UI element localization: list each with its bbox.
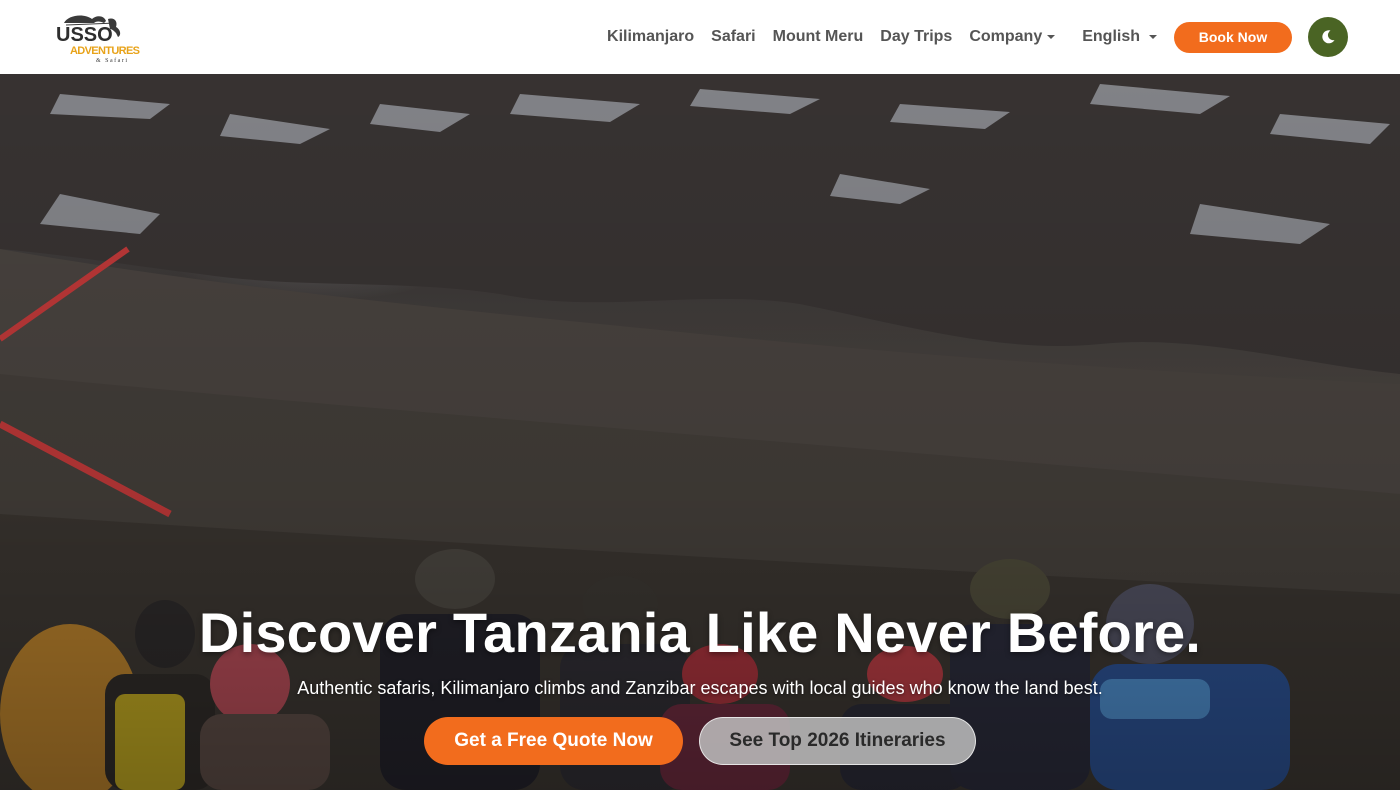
hero-content: Discover Tanzania Like Never Before. Aut… xyxy=(0,601,1400,765)
nav-item-day-trips[interactable]: Day Trips xyxy=(880,28,952,46)
language-label: English xyxy=(1082,28,1140,45)
free-quote-button[interactable]: Get a Free Quote Now xyxy=(424,717,683,765)
hero-subtitle: Authentic safaris, Kilimanjaro climbs an… xyxy=(297,678,1103,698)
logo-text-tag: & Safari xyxy=(96,57,129,64)
hero-section: Discover Tanzania Like Never Before. Aut… xyxy=(0,74,1400,790)
chevron-down-icon xyxy=(1149,35,1157,39)
nav-item-company[interactable]: Company xyxy=(969,28,1056,46)
navbar: USSO ADVENTURES & Safari Kilimanjaro Saf… xyxy=(0,0,1400,74)
nav-item-mount-meru[interactable]: Mount Meru xyxy=(773,28,864,46)
main-nav: Kilimanjaro Safari Mount Meru Day Trips … xyxy=(607,17,1348,57)
nav-item-safari[interactable]: Safari xyxy=(711,28,755,46)
book-now-button[interactable]: Book Now xyxy=(1174,21,1292,53)
logo-mark: USSO ADVENTURES & Safari xyxy=(56,15,140,64)
itineraries-button[interactable]: See Top 2026 Itineraries xyxy=(699,717,976,765)
nav-item-company-label: Company xyxy=(969,28,1043,45)
logo-text-bottom: ADVENTURES xyxy=(70,45,140,57)
hero-cta-group: Get a Free Quote Now See Top 2026 Itiner… xyxy=(0,717,1400,765)
language-selector[interactable]: English xyxy=(1082,28,1157,46)
moon-icon xyxy=(1322,30,1335,44)
logo-text-top: USSO xyxy=(56,24,113,46)
logo[interactable]: USSO ADVENTURES & Safari xyxy=(54,9,144,65)
hero-title: Discover Tanzania Like Never Before. xyxy=(198,601,1202,664)
nav-item-kilimanjaro[interactable]: Kilimanjaro xyxy=(607,28,694,46)
chevron-down-icon xyxy=(1047,35,1056,39)
theme-toggle-button[interactable] xyxy=(1308,17,1348,57)
